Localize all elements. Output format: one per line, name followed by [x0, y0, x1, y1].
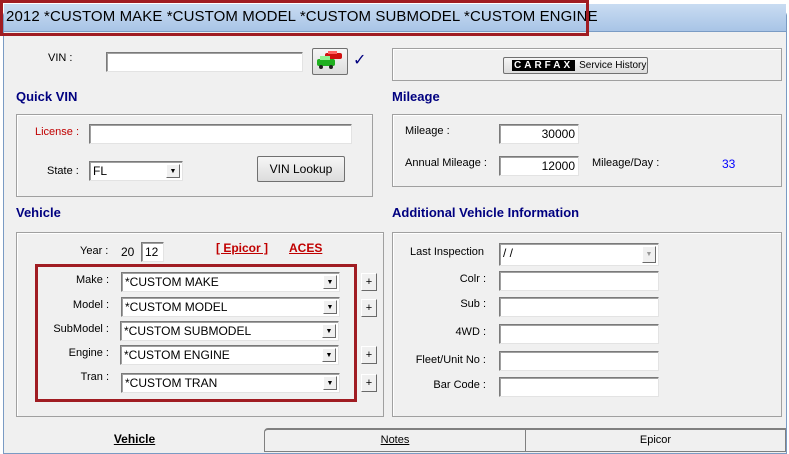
mileage-input[interactable]: 30000 — [499, 124, 579, 144]
cars-icon — [317, 51, 342, 69]
annual-mileage-input[interactable]: 12000 — [499, 156, 579, 176]
last-inspection-label: Last Inspection — [410, 246, 484, 258]
make-value: *CUSTOM MAKE — [125, 275, 219, 289]
state-value: FL — [93, 164, 108, 178]
vin-decode-button[interactable] — [312, 48, 348, 75]
last-inspection-date[interactable]: / / ▼ — [499, 243, 659, 266]
engine-label: Engine : — [68, 347, 109, 359]
mileage-panel — [392, 114, 782, 187]
engine-select[interactable]: *CUSTOM ENGINE ▼ — [120, 345, 339, 365]
4wd-input[interactable] — [499, 324, 659, 344]
model-label: Model : — [72, 299, 109, 311]
model-value: *CUSTOM MODEL — [125, 300, 228, 314]
mileage-per-day-label: Mileage/Day : — [592, 157, 660, 169]
mileage-label: Mileage : — [405, 125, 450, 137]
state-label: State : — [47, 165, 79, 177]
tab-epicor[interactable]: Epicor — [525, 428, 786, 452]
submodel-value: *CUSTOM SUBMODEL — [124, 324, 252, 338]
chevron-down-icon[interactable]: ▼ — [166, 164, 180, 178]
model-select[interactable]: *CUSTOM MODEL ▼ — [121, 297, 340, 317]
colr-label: Colr : — [459, 273, 486, 285]
add-make-button[interactable]: + — [361, 273, 377, 291]
make-label: Make : — [75, 274, 109, 286]
bar-code-input[interactable] — [499, 377, 659, 397]
last-inspection-value: / / — [503, 246, 514, 260]
engine-value: *CUSTOM ENGINE — [124, 348, 230, 362]
carfax-button-label: Service History — [579, 60, 647, 71]
carfax-logo: CARFAX — [512, 60, 576, 71]
vin-lookup-button[interactable]: VIN Lookup — [257, 156, 345, 182]
submodel-label: SubModel : — [53, 323, 109, 335]
mileage-per-day-value: 33 — [722, 157, 736, 171]
fleet-unit-label: Fleet/Unit No : — [415, 354, 486, 366]
tab-vehicle[interactable]: Vehicle — [5, 428, 264, 452]
vehicle-heading: Vehicle — [16, 205, 61, 220]
tran-label: Tran : — [80, 371, 109, 383]
submodel-select[interactable]: *CUSTOM SUBMODEL ▼ — [120, 321, 339, 341]
year-prefix: 20 — [121, 245, 135, 259]
chevron-down-icon[interactable]: ▼ — [323, 300, 337, 314]
mileage-heading: Mileage — [392, 89, 440, 104]
add-model-button[interactable]: + — [361, 299, 377, 317]
sub-input[interactable] — [499, 297, 659, 317]
fleet-unit-input[interactable] — [499, 351, 659, 371]
make-select[interactable]: *CUSTOM MAKE ▼ — [121, 272, 340, 292]
year-input[interactable]: 12 — [141, 242, 164, 262]
sub-label: Sub : — [460, 298, 486, 310]
chevron-down-icon[interactable]: ▼ — [323, 376, 337, 390]
add-engine-button[interactable]: + — [361, 346, 377, 364]
vin-input[interactable] — [106, 52, 303, 72]
vin-valid-check-icon: ✓ — [353, 52, 367, 69]
quick-vin-heading: Quick VIN — [16, 89, 78, 104]
license-input[interactable] — [89, 124, 352, 144]
tran-value: *CUSTOM TRAN — [125, 376, 218, 390]
add-tran-button[interactable]: + — [361, 374, 377, 392]
aces-link[interactable]: ACES — [289, 241, 322, 255]
chevron-down-icon[interactable]: ▼ — [642, 246, 656, 263]
chevron-down-icon[interactable]: ▼ — [323, 275, 337, 289]
additional-info-heading: Additional Vehicle Information — [392, 205, 580, 220]
year-label: Year : — [80, 245, 109, 257]
title-highlight — [0, 0, 589, 36]
carfax-service-history-button[interactable]: CARFAX Service History — [503, 57, 648, 74]
4wd-label: 4WD : — [455, 326, 486, 338]
chevron-down-icon[interactable]: ▼ — [322, 324, 336, 338]
annual-mileage-label: Annual Mileage : — [405, 157, 487, 169]
vin-label: VIN : — [48, 52, 73, 64]
epicor-link[interactable]: [ Epicor ] — [216, 241, 268, 255]
tab-notes[interactable]: Notes — [264, 428, 526, 452]
chevron-down-icon[interactable]: ▼ — [322, 348, 336, 362]
license-label: License : — [35, 126, 80, 138]
bar-code-label: Bar Code : — [433, 379, 486, 391]
colr-input[interactable] — [499, 271, 659, 291]
tran-select[interactable]: *CUSTOM TRAN ▼ — [121, 373, 340, 393]
state-select[interactable]: FL ▼ — [89, 161, 183, 181]
